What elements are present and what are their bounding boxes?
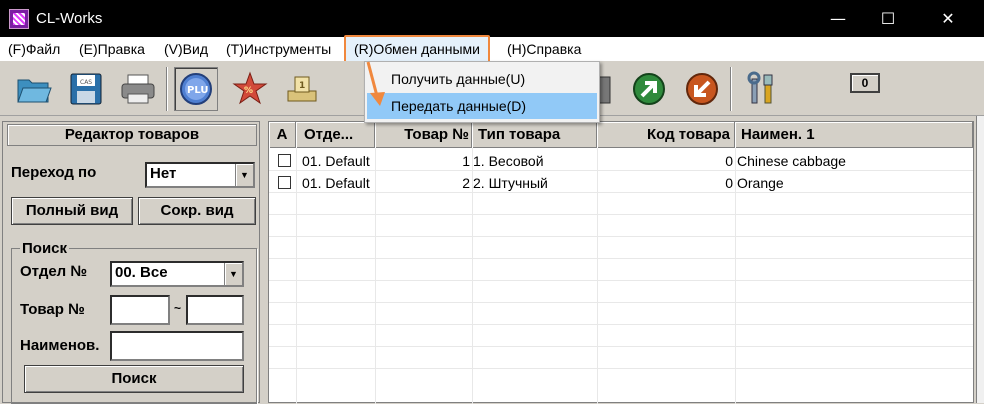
name-search-input[interactable] <box>110 331 244 361</box>
cell-name: Chinese cabbage <box>737 153 846 169</box>
chevron-down-icon[interactable]: ▼ <box>235 164 253 186</box>
column-header-a[interactable]: A <box>269 122 296 148</box>
column-header-name[interactable]: Наимен. 1 <box>735 122 973 148</box>
menu-item-send-data[interactable]: Передать данные(D) <box>367 93 597 119</box>
menu-data-exchange[interactable]: (R)Обмен данными <box>344 35 490 63</box>
menu-bar: (F)Файл (E)Правка (V)Вид (T)Инструменты … <box>0 35 984 63</box>
settings-tools-icon[interactable] <box>740 67 784 111</box>
svg-text:%: % <box>244 86 253 96</box>
item-no-to-input[interactable] <box>186 295 244 325</box>
menu-item-receive-data[interactable]: Получить данные(U) <box>367 66 597 92</box>
goto-select-value: Нет <box>150 165 177 182</box>
column-header-item-no[interactable]: Товар № <box>375 122 472 148</box>
goto-select[interactable]: Нет ▼ <box>145 162 255 188</box>
right-scroll-edge <box>976 116 984 403</box>
cell-item-no: 2 <box>462 175 470 191</box>
annotation-arrow-icon <box>366 61 385 106</box>
item-no-label: Товар № <box>20 301 85 318</box>
toolbar-counter: 0 <box>850 73 880 93</box>
item-editor-panel: Редактор товаров Переход по Нет ▼ Полный… <box>2 121 260 404</box>
dept-select[interactable]: 00. Все ▼ <box>110 261 244 287</box>
maximize-button[interactable]: ☐ <box>865 0 911 37</box>
cell-code: 0 <box>725 153 733 169</box>
window-title: CL-Works <box>36 10 103 27</box>
column-header-type[interactable]: Тип товара <box>472 122 597 148</box>
discount-star-icon[interactable]: % <box>228 67 272 111</box>
data-exchange-dropdown: Получить данные(U) Передать данные(D) <box>364 61 600 123</box>
printer-icon[interactable] <box>116 67 160 111</box>
save-disk-icon[interactable]: CAS <box>64 67 108 111</box>
table-header: A Отде... Товар № Тип товара Код товара … <box>269 122 973 148</box>
folder-open-icon[interactable] <box>12 67 56 111</box>
column-header-code[interactable]: Код товара <box>597 122 735 148</box>
item-no-from-input[interactable] <box>110 295 170 325</box>
cell-dept: 01. Default <box>302 175 370 191</box>
column-header-dept[interactable]: Отде... <box>296 122 375 148</box>
chevron-down-icon[interactable]: ▼ <box>224 263 242 285</box>
title-bar: CL-Works — ☐ ✕ <box>0 0 984 37</box>
menu-view[interactable]: (V)Вид <box>164 41 208 57</box>
department-stamp-icon[interactable]: 1 <box>280 67 324 111</box>
cell-dept: 01. Default <box>302 153 370 169</box>
plu-icon[interactable]: PLU <box>174 67 218 111</box>
search-groupbox: Поиск Отдел № 00. Все ▼ Товар № ~ Наимен… <box>11 240 257 404</box>
dept-select-value: 00. Все <box>115 264 168 281</box>
table-row[interactable]: 01. Default 2 2. Штучный 0 Orange <box>269 172 973 194</box>
dept-label: Отдел № <box>20 263 88 280</box>
close-button[interactable]: ✕ <box>925 0 971 37</box>
cell-type: 2. Штучный <box>473 175 548 191</box>
cell-name: Orange <box>737 175 784 191</box>
svg-text:1: 1 <box>299 81 305 91</box>
svg-text:PLU: PLU <box>187 85 208 96</box>
full-view-button[interactable]: Полный вид <box>11 197 133 225</box>
row-checkbox[interactable] <box>278 176 291 189</box>
items-table: A Отде... Товар № Тип товара Код товара … <box>268 121 974 404</box>
green-arrow-icon[interactable] <box>627 67 671 111</box>
orange-arrow-icon[interactable] <box>680 67 724 111</box>
svg-text:CAS: CAS <box>80 79 92 86</box>
cell-item-no: 1 <box>462 153 470 169</box>
cell-code: 0 <box>725 175 733 191</box>
menu-edit[interactable]: (E)Правка <box>79 41 145 57</box>
app-logo-icon <box>9 9 29 29</box>
row-checkbox[interactable] <box>278 154 291 167</box>
short-view-button[interactable]: Сокр. вид <box>138 197 256 225</box>
table-row[interactable]: 01. Default 1 1. Весовой 0 Chinese cabba… <box>269 150 973 172</box>
menu-file[interactable]: (F)Файл <box>8 41 60 57</box>
menu-tools[interactable]: (T)Инструменты <box>226 41 331 57</box>
goto-label: Переход по <box>11 164 97 181</box>
search-group-legend: Поиск <box>20 240 70 257</box>
minimize-button[interactable]: — <box>815 0 861 37</box>
name-label: Наименов. <box>20 337 100 354</box>
menu-help[interactable]: (H)Справка <box>507 41 581 57</box>
cell-type: 1. Весовой <box>473 153 544 169</box>
search-button[interactable]: Поиск <box>24 365 244 393</box>
panel-title: Редактор товаров <box>7 124 257 146</box>
range-separator: ~ <box>174 301 182 315</box>
